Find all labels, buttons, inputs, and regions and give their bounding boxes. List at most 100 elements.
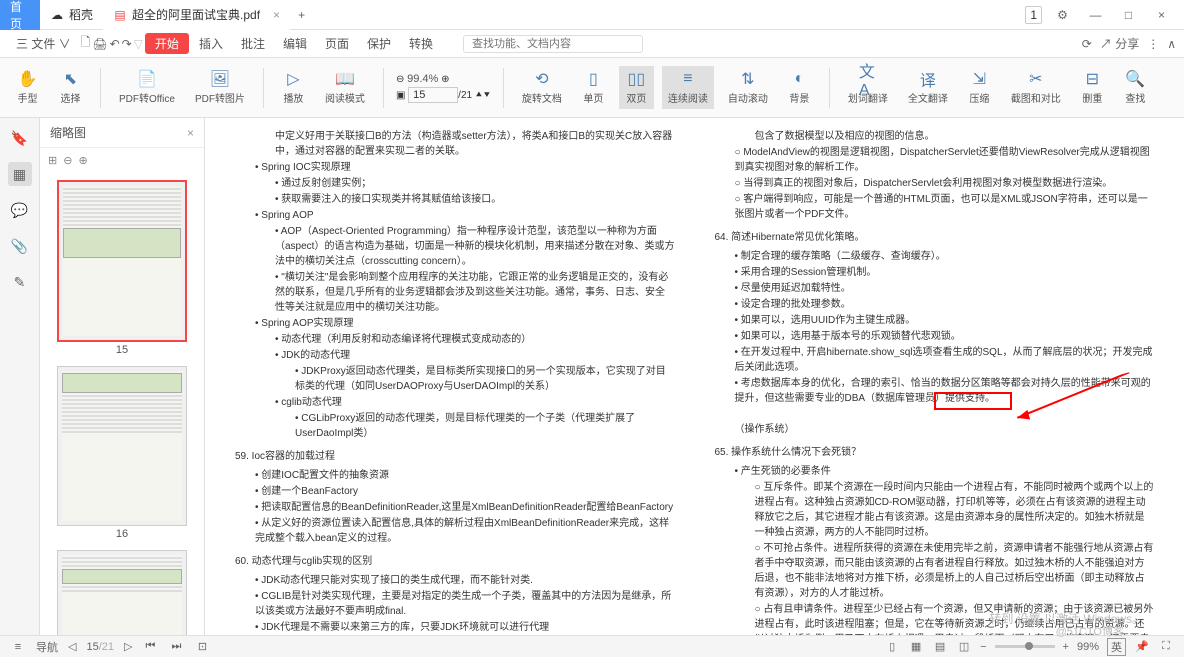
view-mode-3[interactable]: ▤ xyxy=(932,639,948,655)
file-menu[interactable]: 三 文件 ∨ xyxy=(8,32,79,55)
pin-icon[interactable]: 📌 xyxy=(1134,639,1150,655)
zoom-slider[interactable] xyxy=(995,645,1055,648)
collapse-icon[interactable]: ∧ xyxy=(1167,37,1176,51)
menu-icon[interactable]: ↷ xyxy=(122,37,132,51)
zoom-out-status[interactable]: − xyxy=(980,641,986,653)
pdf-icon: ▤ xyxy=(113,8,127,22)
hand-tool[interactable]: ✋手型 xyxy=(10,66,45,109)
close-window-icon[interactable]: × xyxy=(1149,2,1174,27)
pdf-to-image[interactable]: 🖼PDF转图片 xyxy=(189,66,251,109)
menu-page[interactable]: 页面 xyxy=(317,32,357,55)
menu-icon[interactable]: ↶ xyxy=(110,37,120,51)
text: • 设定合理的批处理参数。 xyxy=(715,297,1155,312)
compress[interactable]: ⇲压缩 xyxy=(962,66,997,109)
search-icon: 🔍 xyxy=(1126,70,1144,88)
attachment-icon[interactable]: 📎 xyxy=(8,234,32,258)
first-page[interactable]: ⏮ xyxy=(142,639,158,655)
tab-add[interactable]: + xyxy=(290,8,313,22)
tab-daoke[interactable]: ☁ 稻壳 xyxy=(40,0,103,30)
page-prev[interactable]: ◁ xyxy=(68,640,76,653)
menu-insert[interactable]: 插入 xyxy=(191,32,231,55)
tab-home[interactable]: 首页 xyxy=(0,0,40,30)
select-tool[interactable]: ⬉选择 xyxy=(53,66,88,109)
translate-selection[interactable]: 文A划词翻译 xyxy=(842,66,894,109)
zoom-level: 99.4% xyxy=(407,73,438,85)
stamp-icon[interactable]: ✎ xyxy=(8,270,32,294)
text: • cglib动态代理 xyxy=(235,395,675,410)
text: • 尽量使用延迟加载特性。 xyxy=(715,281,1155,296)
single-page[interactable]: ▯单页 xyxy=(576,66,611,109)
thumb-grid-icon[interactable]: ⊞ xyxy=(48,154,57,167)
text: • 在开发过程中, 开启hibernate.show_sql选项查看生成的SQL… xyxy=(715,345,1155,375)
nav-icon[interactable]: ≡ xyxy=(10,639,26,655)
maximize-icon[interactable]: □ xyxy=(1116,2,1141,27)
text: • 如果可以，选用基于版本号的乐观锁替代悲观锁。 xyxy=(715,329,1155,344)
share-button[interactable]: ↗ 分享 xyxy=(1100,35,1139,52)
read-mode[interactable]: 📖阅读模式 xyxy=(319,66,371,109)
text: • 获取需要注入的接口实现类并将其赋值给该接口。 xyxy=(235,192,675,207)
menu-icon[interactable]: 🗋 xyxy=(81,33,91,54)
text: ○ 不可抢占条件。进程所获得的资源在未使用完毕之前，资源申请者不能强行地从资源占… xyxy=(715,541,1155,601)
hand-icon: ✋ xyxy=(19,70,37,88)
double-page[interactable]: ▯▯双页 xyxy=(619,66,654,109)
page-input[interactable]: 15 xyxy=(408,87,458,103)
bookmark-icon[interactable]: 🔖 xyxy=(8,126,32,150)
thumb-zoom-in[interactable]: ⊕ xyxy=(78,154,87,167)
page-down[interactable]: ⯆ xyxy=(483,90,491,101)
thumbnail-17[interactable] xyxy=(57,550,187,635)
menu-convert[interactable]: 转换 xyxy=(401,32,441,55)
page-next[interactable]: ▷ xyxy=(124,640,132,653)
minimize-icon[interactable]: — xyxy=(1083,2,1108,27)
zoom-out[interactable]: ⊖ xyxy=(396,74,404,85)
more-icon[interactable]: ⋮ xyxy=(1147,37,1159,51)
screenshot[interactable]: ✂截图和对比 xyxy=(1005,66,1067,109)
continuous[interactable]: ≡连续阅读 xyxy=(662,66,714,109)
menu-edit[interactable]: 编辑 xyxy=(275,32,315,55)
document-viewport[interactable]: 中定义好用于关联接口B的方法（构造器或setter方法），将类A和接口B的实现关… xyxy=(205,118,1184,635)
bg-icon: ◐ xyxy=(790,70,808,88)
zoom-in[interactable]: ⊕ xyxy=(441,74,449,85)
expand-icon[interactable]: ⛶ xyxy=(1158,639,1174,655)
rotate-button[interactable]: ⟲旋转文档 xyxy=(516,66,568,109)
thumb-zoom-out[interactable]: ⊖ xyxy=(63,154,72,167)
auto-scroll[interactable]: ⇅自动滚动 xyxy=(722,66,774,109)
image-icon: 🖼 xyxy=(211,70,229,88)
lang-badge[interactable]: 英 xyxy=(1107,638,1126,656)
zoom-in-status[interactable]: + xyxy=(1063,641,1069,653)
search-input[interactable] xyxy=(463,35,643,53)
background[interactable]: ◐背景 xyxy=(782,66,817,109)
cloud-sync-icon[interactable]: ⟳ xyxy=(1082,37,1092,51)
thumbnail-15[interactable] xyxy=(57,180,187,342)
play-button[interactable]: ▷播放 xyxy=(276,66,311,109)
comment-icon[interactable]: 💬 xyxy=(8,198,32,222)
view-mode-4[interactable]: ◫ xyxy=(956,639,972,655)
menu-icon[interactable]: 🖨 xyxy=(92,37,107,51)
compress-icon: ⇲ xyxy=(970,70,988,88)
thumbnail-16[interactable] xyxy=(57,366,187,526)
view-mode-1[interactable]: ▯ xyxy=(884,639,900,655)
close-panel-icon[interactable]: × xyxy=(187,126,194,140)
text: • JDKProxy返回动态代理类，是目标类所实现接口的另一个实现版本，它实现了… xyxy=(235,364,675,394)
menu-protect[interactable]: 保护 xyxy=(359,32,399,55)
dedupe-icon: ⊟ xyxy=(1083,70,1101,88)
pdf-to-office[interactable]: 📄PDF转Office xyxy=(113,66,181,109)
text: • Spring AOP xyxy=(235,208,675,223)
dedupe[interactable]: ⊟删重 xyxy=(1075,66,1110,109)
settings-icon[interactable]: ⚙ xyxy=(1050,2,1075,27)
text: ○ ModelAndView的视图是逻辑视图，DispatcherServlet… xyxy=(715,145,1155,175)
last-page[interactable]: ⏭ xyxy=(168,639,184,655)
page-up[interactable]: ⯅ xyxy=(475,90,483,101)
find[interactable]: 🔍查找 xyxy=(1118,66,1153,109)
text: • 创建IOC配置文件的抽象资源 xyxy=(235,468,675,483)
thumbnails-icon[interactable]: ▦ xyxy=(8,162,32,186)
translate-full[interactable]: 译全文翻译 xyxy=(902,66,954,109)
tab-document[interactable]: ▤ 超全的阿里面试宝典.pdf × xyxy=(103,0,290,30)
fit-icon[interactable]: ⊡ xyxy=(194,639,210,655)
menu-start[interactable]: 开始 xyxy=(145,33,189,54)
user-badge[interactable]: 1 xyxy=(1025,6,1042,24)
text: • 动态代理（利用反射和动态编译将代理模式变成动态的） xyxy=(235,332,675,347)
menu-comment[interactable]: 批注 xyxy=(233,32,273,55)
status-page[interactable]: 15/21 xyxy=(86,641,114,653)
view-mode-2[interactable]: ▦ xyxy=(908,639,924,655)
close-icon[interactable]: × xyxy=(273,8,280,22)
